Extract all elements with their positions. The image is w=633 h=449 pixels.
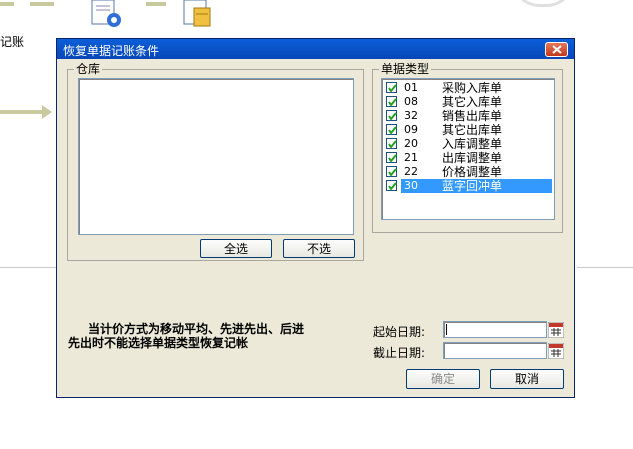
document-gear-icon[interactable] bbox=[88, 0, 128, 28]
flow-arrow bbox=[0, 110, 44, 114]
doc-type-name: 销售出库单 bbox=[442, 109, 503, 123]
flow-arrow bbox=[30, 2, 54, 6]
checkmark-icon bbox=[388, 112, 397, 121]
doc-type-code: 32 bbox=[404, 109, 418, 122]
doc-type-checkbox[interactable] bbox=[386, 110, 397, 121]
doc-type-code: 20 bbox=[404, 137, 418, 150]
dialog-title: 恢复单据记账条件 bbox=[63, 44, 160, 58]
doc-type-checkbox[interactable] bbox=[386, 166, 397, 177]
start-date-input[interactable] bbox=[443, 321, 547, 338]
doc-type-checkbox[interactable] bbox=[386, 138, 397, 149]
doc-type-code: 08 bbox=[404, 95, 418, 108]
arrow-head-icon bbox=[42, 105, 52, 119]
doc-type-item[interactable]: 21 出库调整单 bbox=[384, 151, 552, 165]
doc-type-name: 出库调整单 bbox=[442, 151, 503, 165]
doc-type-item[interactable]: 32 销售出库单 bbox=[384, 109, 552, 123]
doc-type-group: 单据类型 01 采购入库单 08 其它入库单 32 销售出库单 09 其它出库单 20 入库调整单… bbox=[372, 62, 563, 233]
doc-type-item[interactable]: 30 蓝字回冲单 bbox=[384, 179, 552, 193]
doc-type-name: 蓝字回冲单 bbox=[442, 179, 503, 193]
divider bbox=[0, 267, 56, 268]
background-clock-shape bbox=[510, 0, 576, 7]
doc-type-checkbox[interactable] bbox=[386, 82, 397, 93]
end-date-input[interactable] bbox=[443, 342, 547, 359]
select-all-button[interactable]: 全选 bbox=[200, 239, 272, 258]
warehouse-group-label: 仓库 bbox=[74, 62, 103, 76]
checkmark-icon bbox=[388, 140, 397, 149]
doc-type-code: 21 bbox=[404, 151, 418, 164]
ok-button[interactable]: 确定 bbox=[406, 369, 480, 389]
cancel-button[interactable]: 取消 bbox=[490, 369, 564, 389]
note-line: 当计价方式为移动平均、先进先出、后进 bbox=[88, 322, 305, 336]
doc-type-name: 价格调整单 bbox=[442, 165, 503, 179]
doc-type-checkbox[interactable] bbox=[386, 152, 397, 163]
doc-type-name: 其它出库单 bbox=[442, 123, 503, 137]
checkmark-icon bbox=[388, 182, 397, 191]
doc-type-code: 30 bbox=[404, 179, 418, 192]
doc-type-list[interactable]: 01 采购入库单 08 其它入库单 32 销售出库单 09 其它出库单 20 入库调整单 21 出库调… bbox=[381, 78, 555, 220]
checkmark-icon bbox=[388, 168, 397, 177]
dialog-titlebar[interactable]: 恢复单据记账条件 bbox=[57, 39, 574, 59]
warehouse-group: 仓库 全选 不选 bbox=[67, 62, 364, 261]
checkmark-icon bbox=[388, 98, 397, 107]
calendar-icon[interactable] bbox=[547, 321, 565, 339]
note-line: 先出时不能选择单据类型恢复记帐 bbox=[68, 336, 249, 350]
doc-type-name: 采购入库单 bbox=[442, 81, 503, 95]
divider bbox=[577, 267, 633, 268]
checkmark-icon bbox=[388, 84, 397, 93]
doc-type-code: 01 bbox=[404, 81, 418, 94]
doc-type-checkbox[interactable] bbox=[386, 124, 397, 135]
flow-arrow bbox=[146, 2, 166, 6]
costing-method-note: 当计价方式为移动平均、先进先出、后进 先出时不能选择单据类型恢复记帐 bbox=[68, 322, 358, 350]
document-calendar-icon[interactable] bbox=[180, 0, 220, 28]
doc-type-code: 22 bbox=[404, 165, 418, 178]
restore-posting-dialog: 恢复单据记账条件 仓库 全选 不选 单据类型 01 采购入库单 08 其它入库单 32 销… bbox=[56, 38, 575, 398]
select-none-button[interactable]: 不选 bbox=[283, 239, 355, 258]
doc-type-item[interactable]: 09 其它出库单 bbox=[384, 123, 552, 137]
doc-type-item[interactable]: 22 价格调整单 bbox=[384, 165, 552, 179]
text-caret bbox=[446, 324, 447, 335]
warehouse-list[interactable] bbox=[78, 78, 354, 235]
background-label: 记账 bbox=[0, 35, 25, 49]
checkmark-icon bbox=[388, 126, 397, 135]
start-date-label: 起始日期: bbox=[373, 325, 426, 339]
close-icon bbox=[552, 45, 562, 54]
doc-type-item[interactable]: 08 其它入库单 bbox=[384, 95, 552, 109]
close-button[interactable] bbox=[545, 42, 568, 57]
doc-type-group-label: 单据类型 bbox=[379, 62, 432, 76]
calendar-icon[interactable] bbox=[547, 342, 565, 360]
doc-type-name: 其它入库单 bbox=[442, 95, 503, 109]
checkmark-icon bbox=[388, 154, 397, 163]
doc-type-name: 入库调整单 bbox=[442, 137, 503, 151]
doc-type-item[interactable]: 20 入库调整单 bbox=[384, 137, 552, 151]
doc-type-checkbox[interactable] bbox=[386, 180, 397, 191]
doc-type-code: 09 bbox=[404, 123, 418, 136]
doc-type-checkbox[interactable] bbox=[386, 96, 397, 107]
flow-arrow bbox=[0, 2, 14, 6]
doc-type-item[interactable]: 01 采购入库单 bbox=[384, 81, 552, 95]
end-date-label: 截止日期: bbox=[373, 346, 426, 360]
